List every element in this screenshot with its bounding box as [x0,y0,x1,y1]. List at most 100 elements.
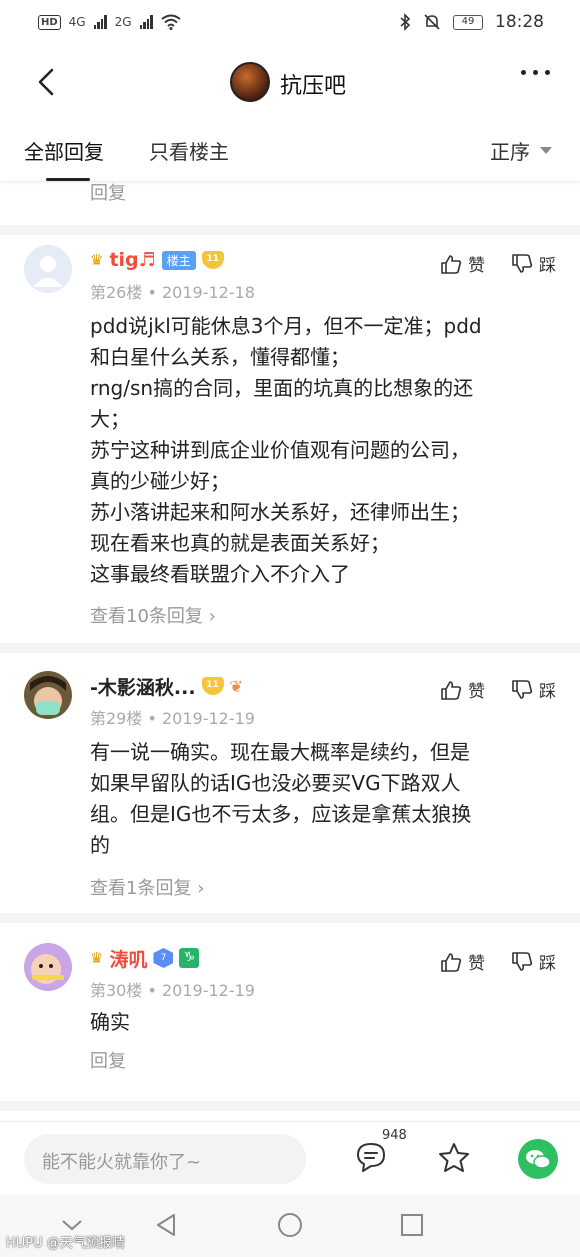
comment-input[interactable]: 能不能火就靠你了~ [24,1134,306,1184]
post-line: 苏小落讲起来和阿水关系好，还律师出生； [90,500,470,524]
post-floor-26: ♛ tig♬ 楼主 11 第26楼 • 2019-12-18 赞 踩 pdd说j… [0,245,580,635]
thumbs-down-icon [512,951,533,971]
post-line: 真的少碰少好； [90,469,230,493]
dislike-button[interactable]: 踩 [511,251,556,276]
dislike-button[interactable]: 踩 [511,677,556,702]
crown-icon: ♛ [90,949,104,967]
network-2-label: 2G [114,15,132,29]
level-gem-icon: 11 [201,677,224,695]
sort-label: 正序 [490,140,530,164]
like-button[interactable]: 赞 [440,251,485,276]
comment-icon[interactable] [354,1140,388,1174]
group-name[interactable]: 抗压吧 [280,68,346,100]
view-replies-label: 查看1条回复 [90,878,192,899]
watermark: HUPU @天气预报晴 [6,1236,125,1251]
crown-icon: ♛ [90,251,104,269]
owner-badge: 楼主 [161,250,196,270]
post-line: 这事最终看联盟介入不介入了 [90,562,350,586]
post-body: 确实 [90,1007,550,1038]
post-line: 有一说一确实。现在最大概率是续约，但是 [90,740,470,764]
signal-2-icon [139,15,153,29]
battery-icon: 49 [453,14,483,30]
comment-bar: 能不能火就靠你了~ 948 [0,1121,580,1195]
username[interactable]: -木影涵秋... [90,673,196,700]
avatar[interactable] [24,943,72,991]
post-date: 2019-12-19 [162,709,255,728]
post-line: 组。但是IG也不亏太多，应该是拿蕉太狼换 [90,802,472,826]
tab-owner-only[interactable]: 只看楼主 [149,136,229,165]
group-logo[interactable] [230,62,270,102]
mute-bell-icon [424,14,440,30]
reply-link[interactable]: 回复 [90,183,126,205]
dislike-label: 踩 [539,954,556,974]
post-actions: 赞 踩 [440,677,556,702]
hd-icon: HD [38,14,61,30]
wechat-share-icon[interactable] [518,1139,558,1179]
post-floor-30: ♛ 涛叽 7 ♑ 第30楼 • 2019-12-19 赞 踩 确实 回复 [0,943,580,1093]
post-date: 2019-12-18 [162,283,255,302]
view-replies-label: 查看10条回复 [90,606,203,627]
clock: 18:28 [495,12,544,32]
post-line: 和白星什么关系，懂得都懂； [90,345,350,369]
thumbs-up-icon [441,952,462,972]
dislike-label: 踩 [539,256,556,276]
bluetooth-icon [400,13,411,31]
post-line: 的 [90,833,110,857]
avatar[interactable] [24,245,72,293]
thumbs-up-icon [441,680,462,700]
post-body: pdd说jkl可能休息3个月，但不一定准；pdd 和白星什么关系，懂得都懂； r… [90,311,550,590]
floor-number: 第26楼 [90,283,143,302]
back-arrow-icon[interactable] [30,64,66,100]
post-date: 2019-12-19 [162,981,255,1000]
post-line: 如果早留队的话IG也没必要买VG下路双人 [90,771,461,795]
dislike-button[interactable]: 踩 [511,949,556,974]
status-bar: HD 4G 2G 49 18:28 [0,0,580,48]
dislike-label: 踩 [539,682,556,702]
star-icon[interactable] [436,1140,472,1176]
name-row: ♛ 涛叽 7 ♑ [90,943,200,973]
status-right: 49 18:28 [399,12,544,32]
nav-recents-icon[interactable] [398,1211,426,1239]
post-meta: 第29楼 • 2019-12-19 [90,705,255,729]
nav-home-icon[interactable] [276,1211,304,1239]
floor-number: 第30楼 [90,981,143,1000]
network-1-label: 4G [68,15,86,29]
level-gem-icon: 11 [201,251,224,269]
meta-separator: • [147,981,162,1000]
capricorn-icon: ♑ [179,948,200,968]
thumbs-up-icon [441,254,462,274]
post-line: 大； [90,407,130,431]
tabs-bar: 全部回复 只看楼主 正序 [0,118,580,182]
system-nav-bar: HUPU @天气预报晴 [0,1195,580,1257]
username[interactable]: tig♬ [109,249,155,271]
username[interactable]: 涛叽 [109,945,147,972]
post-actions: 赞 踩 [440,949,556,974]
thumbs-down-icon [512,679,533,699]
more-options-icon[interactable] [521,70,550,75]
reply-link[interactable]: 回复 [90,1047,126,1073]
like-button[interactable]: 赞 [440,949,485,974]
status-left: HD 4G 2G [38,14,181,30]
post-line: 苏宁这种讲到底企业价值观有问题的公司， [90,438,470,462]
post-floor-29: -木影涵秋... 11 ❦ 第29楼 • 2019-12-19 赞 踩 有一说一… [0,671,580,907]
chevron-right-icon: › [208,606,216,627]
tab-all-replies[interactable]: 全部回复 [24,136,104,165]
lungs-badge-icon: ❦ [229,676,243,696]
post-line: pdd说jkl可能休息3个月，但不一定准；pdd [90,314,482,338]
sort-dropdown[interactable]: 正序 [490,136,552,165]
like-button[interactable]: 赞 [440,677,485,702]
avatar[interactable] [24,671,72,719]
name-row: ♛ tig♬ 楼主 11 [90,245,224,275]
view-replies-link[interactable]: 查看1条回复 › [90,874,204,900]
nav-back-icon[interactable] [152,1211,180,1239]
view-replies-link[interactable]: 查看10条回复 › [90,602,216,628]
caret-down-icon [540,147,552,154]
meta-separator: • [147,283,162,302]
like-label: 赞 [468,682,485,702]
title-bar: 抗压吧 [0,48,580,118]
post-body: 有一说一确实。现在最大概率是续约，但是 如果早留队的话IG也没必要买VG下路双人… [90,737,550,861]
like-label: 赞 [468,256,485,276]
signal-1-icon [93,15,107,29]
level-badge-icon: 7 [153,948,174,968]
meta-separator: • [147,709,162,728]
